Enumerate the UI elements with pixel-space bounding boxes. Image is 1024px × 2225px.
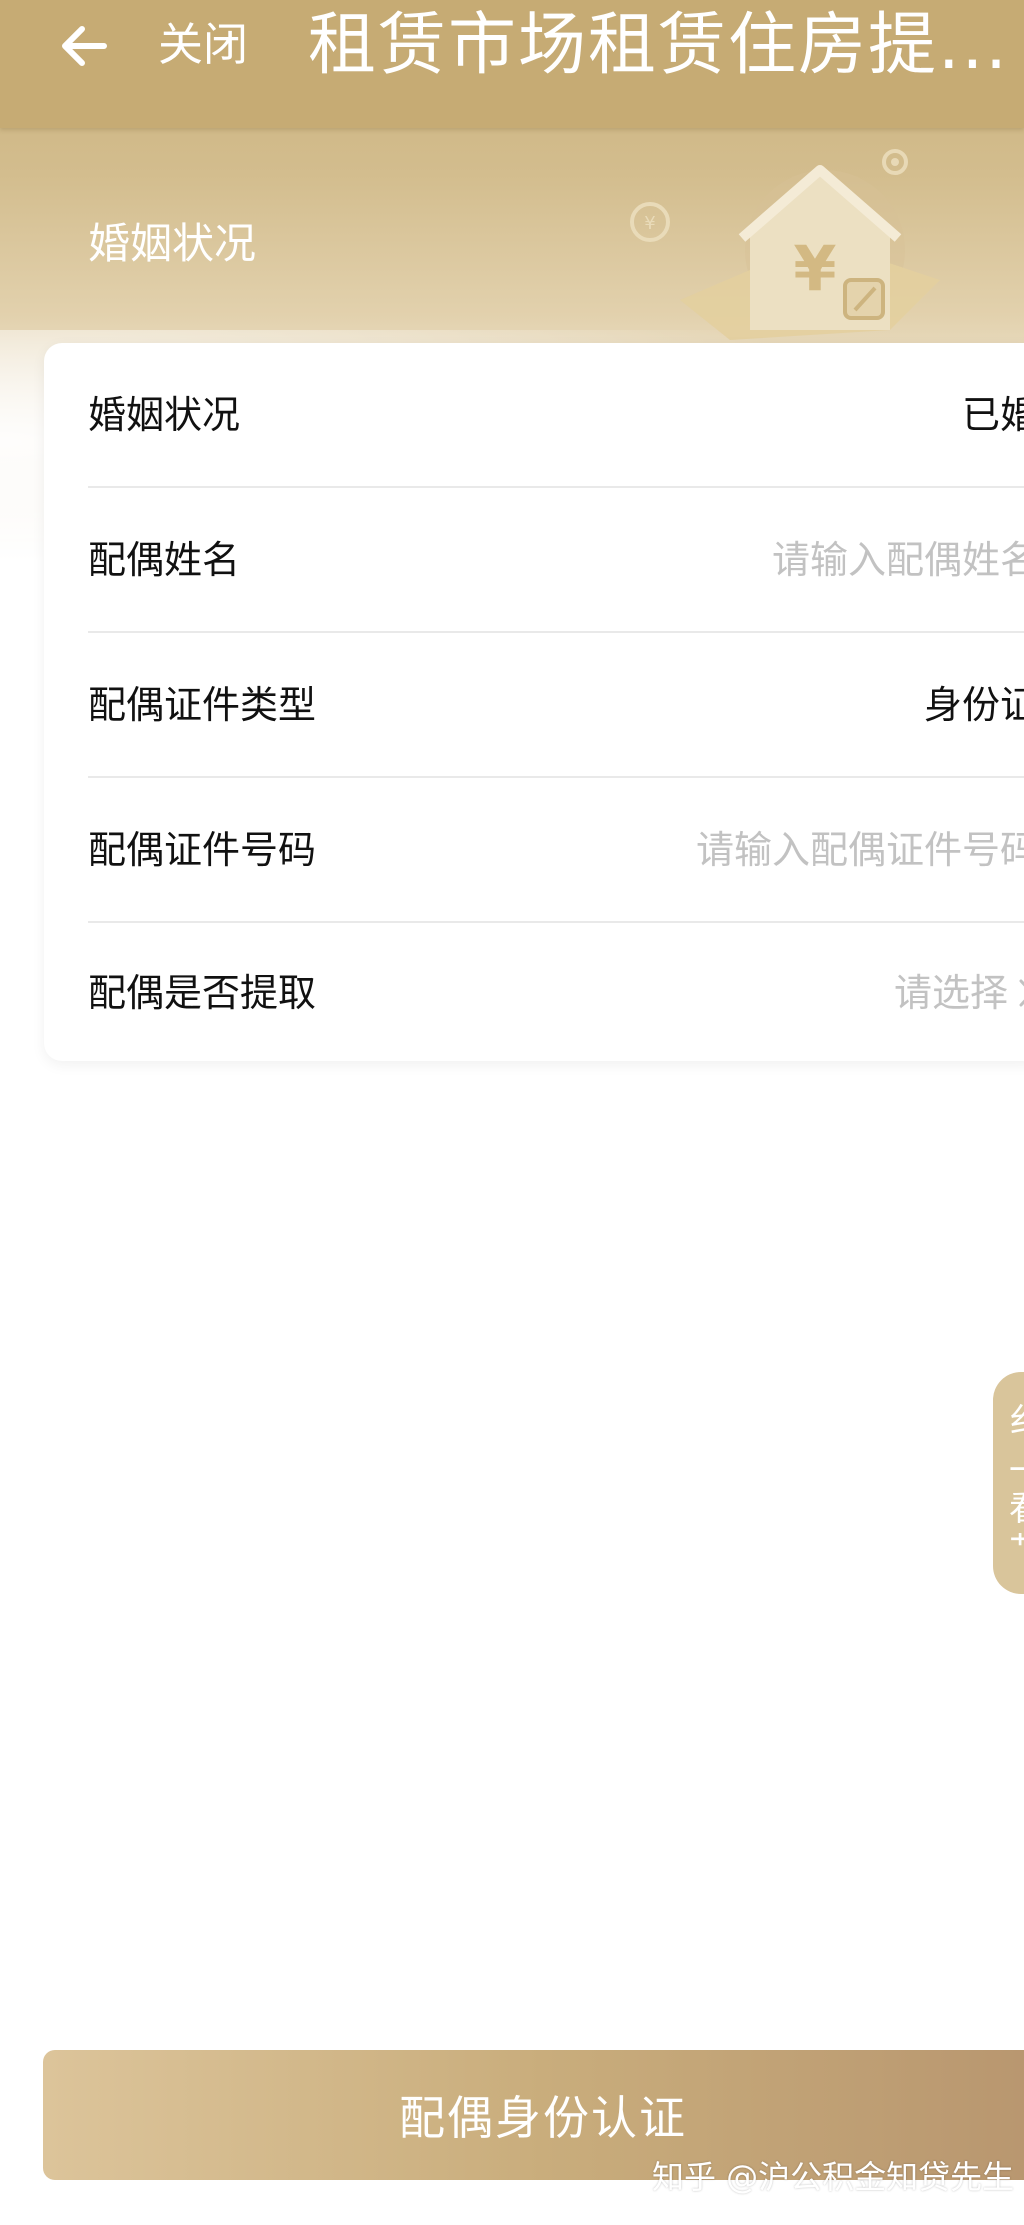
marital-status-row[interactable]: 婚姻状况 已婚 — [88, 343, 1024, 487]
spouse-withdraw-select[interactable]: 请选择 — [894, 921, 1024, 1065]
spouse-id-type-value[interactable]: 身份证 — [924, 633, 1024, 777]
spouse-id-type-row[interactable]: 配偶证件类型 身份证 — [88, 633, 1024, 777]
page: 关闭 租赁市场租赁住房提... 婚姻状况 ¥ ¥ 婚姻状况 已婚 配偶姓名 配偶… — [0, 0, 1024, 2225]
marital-status-value[interactable]: 已婚 — [962, 343, 1024, 487]
spouse-name-label: 配偶姓名 — [88, 538, 241, 582]
section-title: 婚姻状况 — [88, 219, 257, 268]
svg-text:¥: ¥ — [644, 213, 655, 234]
spouse-id-type-label: 配偶证件类型 — [88, 683, 317, 727]
side-tab-char: 艹 — [1009, 1530, 1024, 1568]
spouse-withdraw-label: 配偶是否提取 — [88, 971, 317, 1015]
svg-text:¥: ¥ — [793, 232, 836, 305]
form-card: 婚姻状况 已婚 配偶姓名 配偶证件类型 身份证 配偶证件号码 配偶是否提取 请选… — [44, 343, 1024, 1061]
spouse-id-number-row: 配偶证件号码 — [88, 778, 1024, 922]
spouse-name-input[interactable] — [618, 528, 1024, 592]
side-tab-char: 纟 — [1009, 1402, 1024, 1440]
spouse-id-number-input[interactable] — [518, 818, 1024, 882]
back-button[interactable] — [52, 14, 116, 78]
arrow-left-icon — [62, 26, 107, 66]
side-tab-char: 一 — [1009, 1452, 1024, 1490]
side-tab-char: 看 — [1009, 1490, 1024, 1528]
chevron-right-icon — [1019, 979, 1024, 1007]
spouse-name-row: 配偶姓名 — [88, 488, 1024, 632]
spouse-withdraw-row[interactable]: 配偶是否提取 请选择 — [88, 921, 1024, 1065]
spouse-id-number-label: 配偶证件号码 — [88, 828, 317, 872]
house-yuan-icon: ¥ ¥ — [630, 149, 940, 340]
marital-status-label: 婚姻状况 — [88, 393, 241, 437]
floating-side-tab[interactable]: 纟 一 看 艹 — [993, 1372, 1024, 1594]
page-title: 租赁市场租赁住房提... — [308, 6, 1009, 85]
top-bar: 关闭 租赁市场租赁住房提... — [0, 0, 1024, 128]
watermark: 知乎 @沪公积金知贷先生 — [652, 2158, 1015, 2196]
spouse-withdraw-placeholder: 请选择 — [893, 971, 1008, 1015]
spouse-verify-label: 配偶身份认证 — [399, 2091, 687, 2145]
close-button[interactable]: 关闭 — [158, 18, 248, 72]
